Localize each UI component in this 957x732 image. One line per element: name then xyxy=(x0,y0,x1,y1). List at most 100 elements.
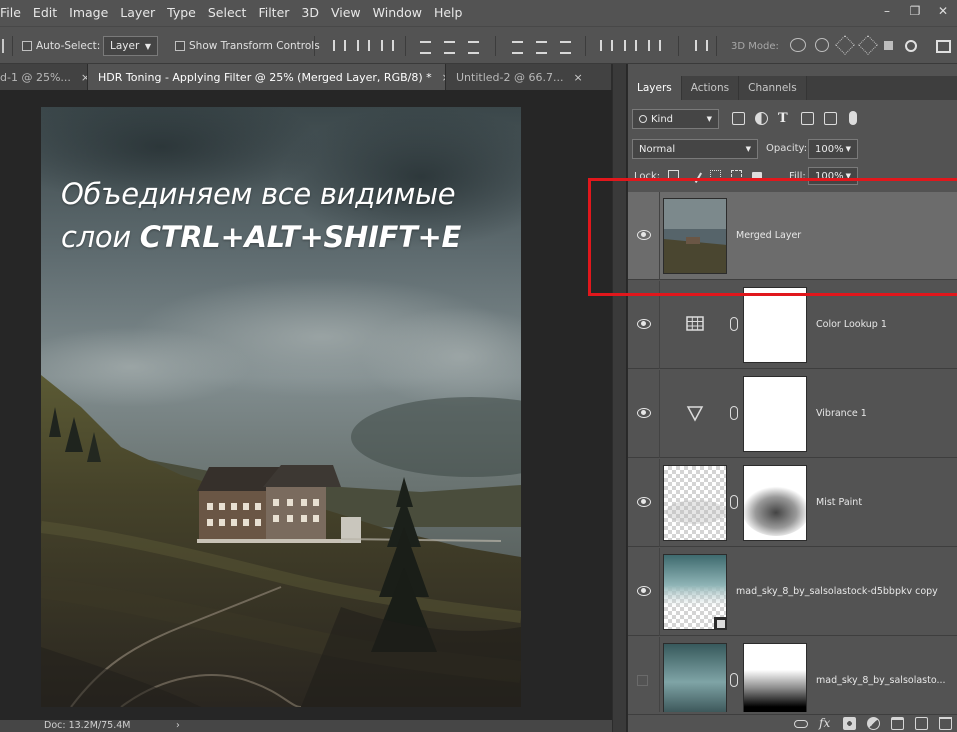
adjustment-filter-icon[interactable] xyxy=(755,111,768,125)
slide-3d-icon[interactable] xyxy=(858,35,878,55)
auto-select-target-dropdown[interactable]: Layer ▼ xyxy=(103,36,158,56)
menu-edit[interactable]: Edit xyxy=(27,0,63,26)
align-vertical-center-icon[interactable] xyxy=(354,38,370,53)
eye-icon[interactable] xyxy=(637,230,651,240)
layer-name[interactable]: Color Lookup 1 xyxy=(816,319,887,330)
pan-3d-icon[interactable] xyxy=(835,35,855,55)
menu-window[interactable]: Window xyxy=(367,0,428,26)
canvas-area[interactable]: Объединяем все видимые слои CTRL+ALT+SHI… xyxy=(0,90,612,720)
fill-field[interactable]: 100% ▼ xyxy=(808,167,858,185)
distribute-right-icon[interactable] xyxy=(645,38,661,53)
tab-untitled-2[interactable]: Untitled-2 @ 66.7... × xyxy=(446,64,612,90)
lock-all-icon[interactable] xyxy=(752,172,762,181)
chevron-right-icon[interactable]: › xyxy=(176,720,180,732)
show-transform-checkbox[interactable]: Show Transform Controls xyxy=(175,27,320,65)
layer-mask-thumbnail[interactable] xyxy=(743,287,807,363)
filter-kind-dropdown[interactable]: Kind ▼ xyxy=(632,109,719,129)
artwork[interactable]: Объединяем все видимые слои CTRL+ALT+SHI… xyxy=(41,107,521,707)
layer-row-sky[interactable]: mad_sky_8_by_salsolasto... xyxy=(628,637,957,712)
tool-preset-handle[interactable] xyxy=(0,27,6,65)
distribute-hcenter-icon[interactable] xyxy=(621,38,637,53)
layer-name[interactable]: Merged Layer xyxy=(736,230,801,241)
layers-list[interactable]: Merged Layer Color Lookup 1 Vibrance 1 M… xyxy=(628,192,957,712)
shape-filter-icon[interactable] xyxy=(801,111,814,125)
link-icon[interactable] xyxy=(730,406,738,420)
link-layers-icon[interactable] xyxy=(794,720,808,728)
type-filter-icon[interactable]: T xyxy=(778,112,791,125)
lock-move-icon[interactable] xyxy=(710,170,721,181)
restore-button[interactable]: ❐ xyxy=(901,0,929,22)
close-icon[interactable]: × xyxy=(573,71,582,84)
menu-view[interactable]: View xyxy=(325,0,367,26)
layer-mask-thumbnail[interactable] xyxy=(743,465,807,541)
eye-icon[interactable] xyxy=(637,408,651,418)
menu-help[interactable]: Help xyxy=(428,0,469,26)
menu-type[interactable]: Type xyxy=(161,0,202,26)
link-icon[interactable] xyxy=(730,495,738,509)
orbit-3d-icon[interactable] xyxy=(790,38,806,52)
eye-icon[interactable] xyxy=(637,586,651,596)
align-right-icon[interactable] xyxy=(466,38,481,54)
layer-row-mist-paint[interactable]: Mist Paint xyxy=(628,459,957,547)
doc-size-readout[interactable]: Doc: 13.2M/75.4M xyxy=(44,720,130,732)
layer-row-sky-copy[interactable]: mad_sky_8_by_salsolastock-d5bbpkv copy xyxy=(628,548,957,636)
menu-3d[interactable]: 3D xyxy=(295,0,325,26)
align-bottom-icon[interactable] xyxy=(378,38,394,53)
align-top-icon[interactable] xyxy=(330,38,346,53)
distribute-center-icon[interactable] xyxy=(534,38,549,54)
layer-row-vibrance[interactable]: Vibrance 1 xyxy=(628,370,957,458)
pixel-filter-icon[interactable] xyxy=(732,111,745,125)
menu-filter[interactable]: Filter xyxy=(252,0,295,26)
layer-name[interactable]: mad_sky_8_by_salsolasto... xyxy=(816,675,946,686)
layer-row-merged[interactable]: Merged Layer xyxy=(628,192,957,280)
visibility-toggle[interactable] xyxy=(637,675,648,686)
menu-layer[interactable]: Layer xyxy=(114,0,161,26)
layer-name[interactable]: mad_sky_8_by_salsolastock-d5bbpkv copy xyxy=(736,586,938,597)
lock-transparent-icon[interactable] xyxy=(668,170,679,181)
layer-row-color-lookup[interactable]: Color Lookup 1 xyxy=(628,281,957,369)
trash-icon[interactable] xyxy=(939,717,952,730)
layer-mask-thumbnail[interactable] xyxy=(743,376,807,452)
workspace-icon[interactable] xyxy=(936,39,951,53)
close-icon[interactable]: × xyxy=(81,71,87,84)
minimize-button[interactable]: – xyxy=(873,0,901,22)
menu-image[interactable]: Image xyxy=(63,0,114,26)
link-icon[interactable] xyxy=(730,317,738,331)
align-horizontal-center-icon[interactable] xyxy=(442,38,457,54)
distribute-left-icon[interactable] xyxy=(597,38,613,53)
new-adjustment-icon[interactable] xyxy=(867,717,880,730)
fx-icon[interactable]: fx xyxy=(819,717,832,730)
scale-3d-icon[interactable] xyxy=(884,41,893,50)
new-layer-icon[interactable] xyxy=(915,717,928,730)
blend-mode-dropdown[interactable]: Normal ▼ xyxy=(632,139,758,159)
auto-select-checkbox[interactable]: Auto-Select: xyxy=(22,27,100,65)
distribute-bottom-icon[interactable] xyxy=(558,38,573,54)
vertical-scrollbar[interactable] xyxy=(612,64,626,732)
menu-file[interactable]: File xyxy=(0,0,27,26)
tab-hdr-toning[interactable]: HDR Toning - Applying Filter @ 25% (Merg… xyxy=(88,64,446,90)
lock-artboard-icon[interactable] xyxy=(731,170,742,181)
roll-3d-icon[interactable] xyxy=(815,38,829,52)
layer-name[interactable]: Vibrance 1 xyxy=(816,408,867,419)
eye-icon[interactable] xyxy=(637,497,651,507)
tab-document-1[interactable]: d-1 @ 25%... × xyxy=(0,64,88,90)
opacity-field[interactable]: 100% ▼ xyxy=(808,139,858,159)
tab-actions[interactable]: Actions xyxy=(681,76,740,100)
search-icon[interactable] xyxy=(905,40,917,52)
lock-brush-icon[interactable] xyxy=(686,167,703,184)
menu-select[interactable]: Select xyxy=(202,0,253,26)
link-icon[interactable] xyxy=(730,673,738,687)
add-mask-icon[interactable] xyxy=(843,717,856,730)
distribute-top-icon[interactable] xyxy=(510,38,525,54)
smart-object-filter-icon[interactable] xyxy=(824,111,837,125)
layer-mask-thumbnail[interactable] xyxy=(743,643,807,712)
layer-name[interactable]: Mist Paint xyxy=(816,497,862,508)
new-group-icon[interactable] xyxy=(891,717,904,730)
eye-icon[interactable] xyxy=(637,319,651,329)
align-left-icon[interactable] xyxy=(418,38,433,54)
tab-layers[interactable]: Layers xyxy=(628,76,682,100)
tab-channels[interactable]: Channels xyxy=(739,76,807,100)
close-button[interactable]: ✕ xyxy=(929,0,957,22)
filter-toggle-icon[interactable] xyxy=(849,111,857,125)
auto-align-layers-icon[interactable] xyxy=(692,38,708,53)
